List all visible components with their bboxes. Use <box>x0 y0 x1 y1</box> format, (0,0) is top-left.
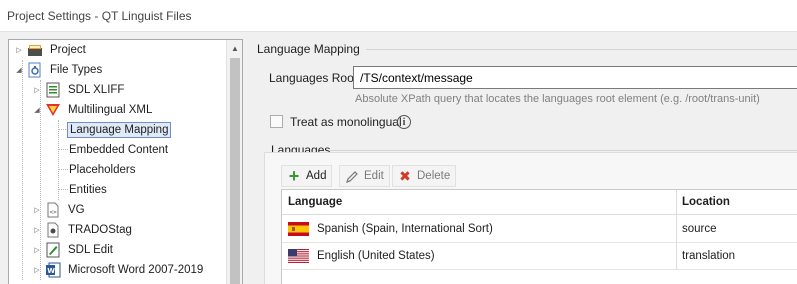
grid-header: Language Location <box>282 190 797 215</box>
tree-item-microsoft-word[interactable]: ▷ W Microsoft Word 2007-2019 <box>31 260 205 280</box>
tree-item-placeholders[interactable]: Placeholders <box>67 160 137 180</box>
expand-arrow-icon[interactable]: ▷ <box>13 40 25 60</box>
multilingual-xml-icon <box>45 102 61 118</box>
column-header-language[interactable]: Language <box>288 196 342 208</box>
tree-guide-line <box>58 120 59 200</box>
table-row[interactable]: Spanish (Spain, International Sort) sour… <box>282 216 797 243</box>
tree-item-label: SDL XLIFF <box>68 84 125 96</box>
tree-item-sdl-edit[interactable]: ▷ SDL Edit <box>31 240 115 260</box>
tree-item-label: TRADOStag <box>68 224 132 236</box>
tree-item-embedded-content[interactable]: Embedded Content <box>67 140 170 160</box>
project-icon <box>27 42 43 58</box>
language-cell: Spanish (Spain, International Sort) <box>317 223 493 235</box>
language-cell: English (United States) <box>317 250 435 262</box>
scroll-up-icon[interactable]: ▲ <box>227 40 242 56</box>
window-title: Project Settings - QT Linguist Files <box>7 9 192 23</box>
edit-button-label: Edit <box>364 170 384 182</box>
tree-item-file-types[interactable]: ◢ File Types <box>13 60 104 80</box>
tree-item-label: Project <box>50 44 86 56</box>
plus-icon: + <box>288 165 300 186</box>
tree-item-language-mapping[interactable]: Language Mapping <box>67 120 172 140</box>
expand-arrow-icon[interactable]: ▷ <box>31 200 43 220</box>
location-cell: translation <box>682 250 736 262</box>
section-divider <box>366 49 797 50</box>
tree-item-label: Language Mapping <box>67 122 172 138</box>
tree-item-sdl-xliff[interactable]: ▷ SDL XLIFF <box>31 80 126 100</box>
tree-item-label: VG <box>68 204 85 216</box>
expand-arrow-icon[interactable]: ▷ <box>31 260 43 280</box>
word-icon: W <box>45 262 61 278</box>
tree-vertical-scrollbar[interactable]: ▲ <box>226 40 242 284</box>
collapse-arrow-icon[interactable]: ◢ <box>13 60 25 80</box>
delete-x-icon: ✖ <box>399 167 411 184</box>
tree-item-vg[interactable]: ▷ <> VG <box>31 200 87 220</box>
table-row[interactable]: English (United States) translation <box>282 243 797 270</box>
edit-button[interactable]: Edit <box>339 165 390 187</box>
languages-root-label: Languages Root: <box>269 71 361 85</box>
languages-root-hint: Absolute XPath query that locates the la… <box>355 93 760 105</box>
tree-item-label: Entities <box>69 184 107 196</box>
tree-item-label: Multilingual XML <box>68 104 153 116</box>
tree-item-label: Embedded Content <box>69 144 169 156</box>
spain-flag-icon <box>288 222 309 236</box>
tree-item-label: Microsoft Word 2007-2019 <box>68 264 204 276</box>
sdl-edit-icon <box>45 242 61 258</box>
add-button[interactable]: + Add <box>281 165 333 187</box>
info-icon[interactable]: i <box>397 115 411 129</box>
tradostag-icon <box>45 222 61 238</box>
tree-item-tradostag[interactable]: ▷ TRADOStag <box>31 220 134 240</box>
treat-monolingual-checkbox[interactable] <box>270 115 283 128</box>
svg-text:<>: <> <box>50 209 58 216</box>
expand-arrow-icon[interactable]: ▷ <box>31 240 43 260</box>
scrollbar-thumb[interactable] <box>230 58 240 284</box>
svg-text:W: W <box>47 267 55 275</box>
vg-file-icon: <> <box>45 202 61 218</box>
tree-item-label: Placeholders <box>69 164 136 176</box>
delete-button[interactable]: ✖ Delete <box>392 165 457 187</box>
usa-flag-icon <box>288 249 309 263</box>
section-title: Language Mapping <box>257 42 360 56</box>
tree-item-multilingual-xml[interactable]: ◢ Multilingual XML <box>31 100 154 120</box>
location-cell: source <box>682 223 717 235</box>
tree-item-label: SDL Edit <box>68 244 113 256</box>
group-divider <box>330 150 797 151</box>
sdl-xliff-icon <box>45 82 61 98</box>
languages-root-input[interactable] <box>353 66 797 89</box>
delete-button-label: Delete <box>417 170 451 182</box>
treat-monolingual-label[interactable]: Treat as monolingual <box>290 115 402 129</box>
expand-arrow-icon[interactable]: ▷ <box>31 80 43 100</box>
file-types-icon <box>27 62 43 78</box>
expand-arrow-icon[interactable]: ▷ <box>31 220 43 240</box>
tree-item-label: File Types <box>50 64 103 76</box>
tree-guide-line <box>22 60 23 280</box>
collapse-arrow-icon[interactable]: ◢ <box>31 100 43 120</box>
tree-item-project[interactable]: ▷ Project <box>13 40 88 60</box>
tree-item-entities[interactable]: Entities <box>67 180 109 200</box>
settings-tree: ▷ Project ◢ File Types ▷ SDL XLIFF ◢ Mul… <box>8 39 243 284</box>
add-button-label: Add <box>306 170 327 182</box>
window-titlebar: Project Settings - QT Linguist Files <box>0 0 797 32</box>
pencil-icon <box>345 169 359 183</box>
column-header-location[interactable]: Location <box>682 196 730 208</box>
languages-grid: Language Location Spanish (Spain, Intern… <box>281 189 797 284</box>
